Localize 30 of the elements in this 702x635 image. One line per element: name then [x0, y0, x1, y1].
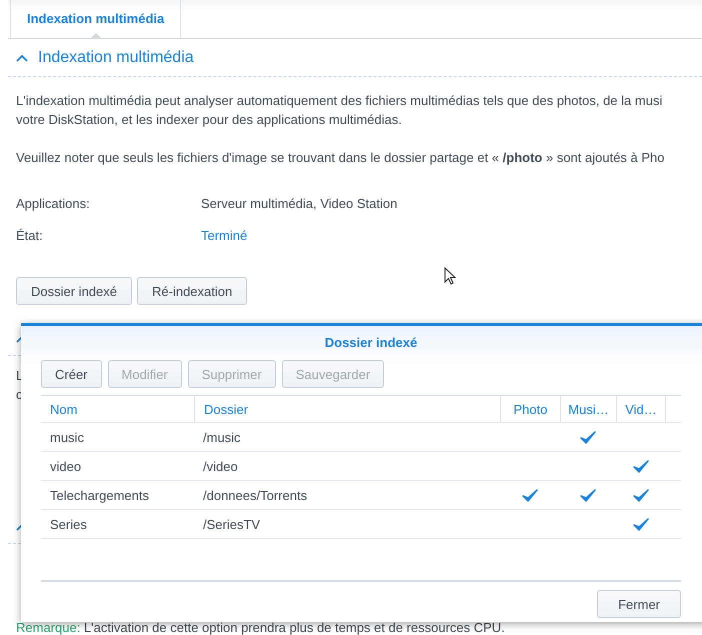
table-cell-text: /donnees/Torrents	[202, 486, 308, 504]
section-title: Indexation multimédia	[38, 48, 194, 66]
table-cell-text: /video	[202, 458, 239, 476]
field-label: État:	[16, 228, 44, 242]
mouse-pointer-icon	[444, 267, 456, 286]
column-header[interactable]: Musi…	[560, 396, 616, 422]
action-button[interactable]: Dossier indexé	[16, 277, 132, 305]
field-label: Applications:	[16, 196, 91, 210]
tab[interactable]: Indexation multimédia	[10, 0, 182, 38]
table-cell-text: /SeriesTV	[202, 516, 262, 534]
table-cell-text: Telechargements	[49, 486, 150, 505]
close-button[interactable]: Fermer	[597, 590, 681, 618]
column-header[interactable]: Dossier	[194, 396, 500, 422]
table-cell-text: music	[49, 428, 85, 446]
paragraph-text: Veuillez noter que seuls les fichiers d'image se trouvant dans le dossier partage et « /photo » sont ajoutés à Pho	[16, 149, 666, 167]
column-header[interactable]: Photo	[500, 396, 560, 422]
table-cell-text: /music	[202, 428, 242, 446]
dialog-title: Dossier indexé	[324, 334, 418, 352]
paragraph-text: L'indexation multimédia peut analyser automatiquement des fichiers multimédias tels que des photos, de la musi	[16, 92, 664, 110]
status-value: Terminé	[201, 228, 248, 242]
column-header[interactable]: Nom	[41, 396, 194, 422]
column-header[interactable]: Vid…	[616, 396, 665, 422]
remark-text: Remarque: L'activation de cette option prendra plus de temps et de ressources CPU.	[16, 621, 505, 634]
action-button[interactable]: Ré-indexation	[137, 277, 248, 305]
chevron-up-icon[interactable]	[16, 54, 28, 62]
toolbar-button[interactable]: Créer	[41, 360, 102, 388]
field-value: Serveur multimédia, Video Station	[201, 196, 398, 210]
table-cell-text: video	[49, 458, 82, 476]
table-cell-text: Series	[49, 516, 88, 534]
paragraph-text: votre DiskStation, et les indexer pour des applications multimédias.	[16, 111, 403, 129]
